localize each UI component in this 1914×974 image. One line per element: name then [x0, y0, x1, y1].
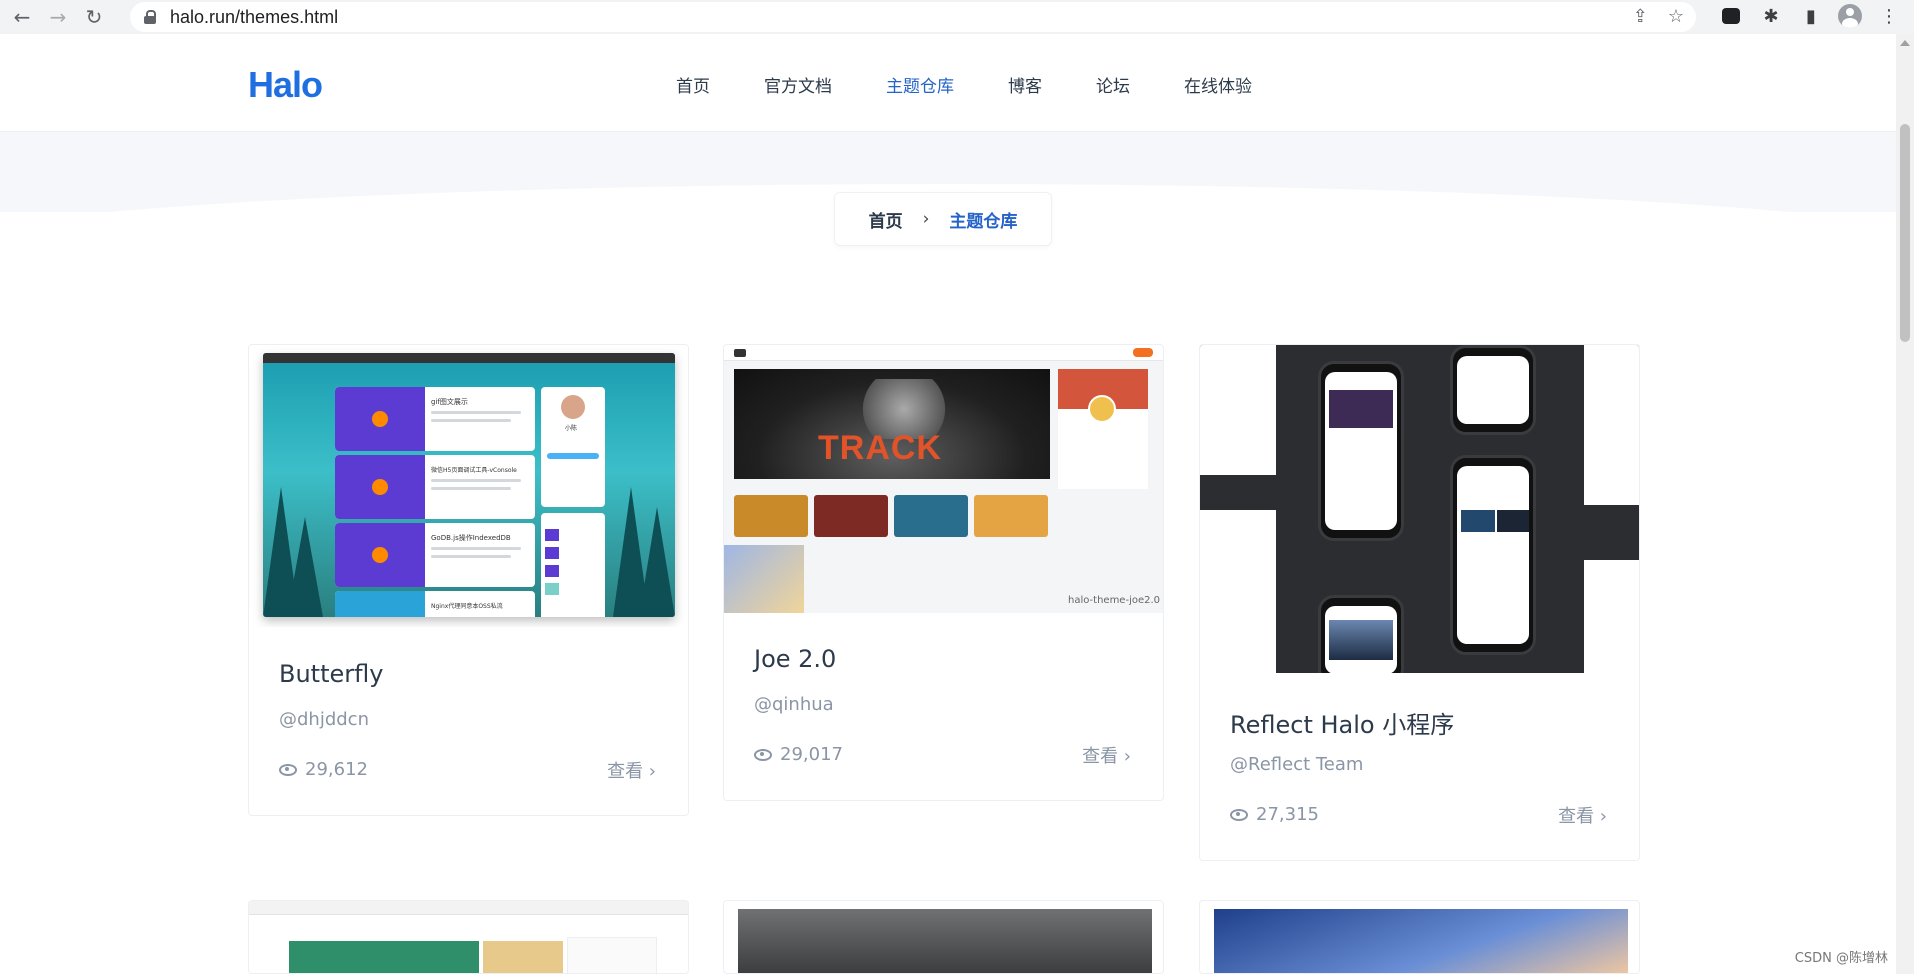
breadcrumb-current: 主题仓库 [949, 211, 1018, 232]
address-bar[interactable]: halo.run/themes.html ⇪ ☆ [130, 2, 1696, 32]
thumb-post-title: Nginx代理同意本OSS私流 [431, 603, 503, 610]
scrollbar-thumb[interactable] [1900, 124, 1910, 342]
card-author[interactable]: @dhjddcn [279, 709, 369, 730]
site-header: Halo 首页 官方文档 主题仓库 博客 论坛 在线体验 [0, 34, 1896, 132]
theme-thumbnail[interactable]: TRACK halo-theme-joe2.0 [724, 345, 1163, 613]
nav-home[interactable]: 首页 [676, 72, 710, 97]
card-author[interactable]: @qinhua [754, 694, 834, 715]
view-count-value: 29,017 [780, 744, 843, 765]
extension-icon[interactable] [1718, 3, 1744, 29]
eye-icon [279, 763, 297, 776]
card-title[interactable]: Reflect Halo 小程序 [1230, 705, 1454, 740]
puzzle-extensions-icon[interactable]: ✱ [1758, 3, 1784, 29]
breadcrumb-home[interactable]: 首页 [869, 207, 903, 232]
theme-card-row2-3[interactable] [1199, 900, 1640, 974]
lock-icon [144, 10, 156, 24]
theme-thumbnail[interactable]: gif图文展示 微信H5页面调试工具-vConsole GoDB.js操作Ind… [249, 345, 688, 627]
nav-blog[interactable]: 博客 [1008, 72, 1042, 97]
theme-card-row2-2[interactable] [723, 900, 1164, 974]
view-count-value: 27,315 [1256, 804, 1319, 825]
thumb-post-title: gif图文展示 [431, 398, 468, 406]
theme-card-row2-1[interactable] [248, 900, 689, 974]
kebab-menu-icon[interactable]: ⋮ [1876, 3, 1902, 29]
thumb-profile-name: 小陈 [565, 425, 578, 432]
view-count: 29,612 [279, 759, 368, 780]
page-scrollbar[interactable] [1896, 34, 1914, 974]
back-arrow-icon[interactable]: ← [8, 3, 36, 31]
watermark: CSDN @陈增林 [1794, 951, 1888, 966]
view-count: 29,017 [754, 744, 843, 765]
nav-forum[interactable]: 论坛 [1096, 72, 1130, 97]
eye-icon [754, 748, 772, 761]
forward-arrow-icon[interactable]: → [44, 3, 72, 31]
nav-docs[interactable]: 官方文档 [764, 72, 832, 97]
breadcrumb-separator: › [922, 209, 930, 229]
view-theme-button[interactable]: 查看 › [1082, 742, 1131, 768]
profile-avatar-icon[interactable] [1838, 4, 1862, 28]
card-author[interactable]: @Reflect Team [1230, 754, 1363, 775]
theme-thumbnail[interactable] [1200, 345, 1639, 673]
bookmark-star-icon[interactable]: ☆ [1668, 6, 1684, 27]
thumb-post-title: 微信H5页面调试工具-vConsole [431, 467, 517, 474]
theme-card-joe[interactable]: TRACK halo-theme-joe2.0 Joe 2.0 @qinhua … [723, 344, 1164, 801]
halo-logo[interactable]: Halo [248, 64, 323, 106]
theme-card-reflect[interactable]: Reflect Halo 小程序 @Reflect Team 27,315 查看… [1199, 344, 1640, 861]
main-nav: 首页 官方文档 主题仓库 博客 论坛 在线体验 [676, 72, 1306, 97]
share-icon[interactable]: ⇪ [1633, 6, 1648, 27]
nav-themes[interactable]: 主题仓库 [886, 72, 954, 97]
card-title[interactable]: Butterfly [279, 660, 383, 688]
view-theme-button[interactable]: 查看 › [607, 757, 656, 783]
card-title[interactable]: Joe 2.0 [754, 645, 836, 673]
thumb-post-title: GoDB.js操作IndexedDB [431, 534, 511, 542]
theme-card-butterfly[interactable]: gif图文展示 微信H5页面调试工具-vConsole GoDB.js操作Ind… [248, 344, 689, 816]
breadcrumb: 首页 › 主题仓库 [834, 192, 1052, 246]
scroll-up-arrow-icon[interactable] [1900, 40, 1910, 46]
url-text: halo.run/themes.html [170, 6, 339, 27]
view-count: 27,315 [1230, 804, 1319, 825]
browser-toolbar: ← → ↻ halo.run/themes.html ⇪ ☆ ✱ ▮ ⋮ [0, 0, 1914, 34]
view-theme-button[interactable]: 查看 › [1558, 802, 1607, 828]
thumb-banner-text: TRACK [818, 429, 942, 467]
eye-icon [1230, 808, 1248, 821]
reload-icon[interactable]: ↻ [80, 3, 108, 31]
nav-demo[interactable]: 在线体验 [1184, 72, 1252, 97]
side-panel-icon[interactable]: ▮ [1798, 3, 1824, 29]
view-count-value: 29,612 [305, 759, 368, 780]
thumb-caption: halo-theme-joe2.0 [1068, 595, 1161, 606]
